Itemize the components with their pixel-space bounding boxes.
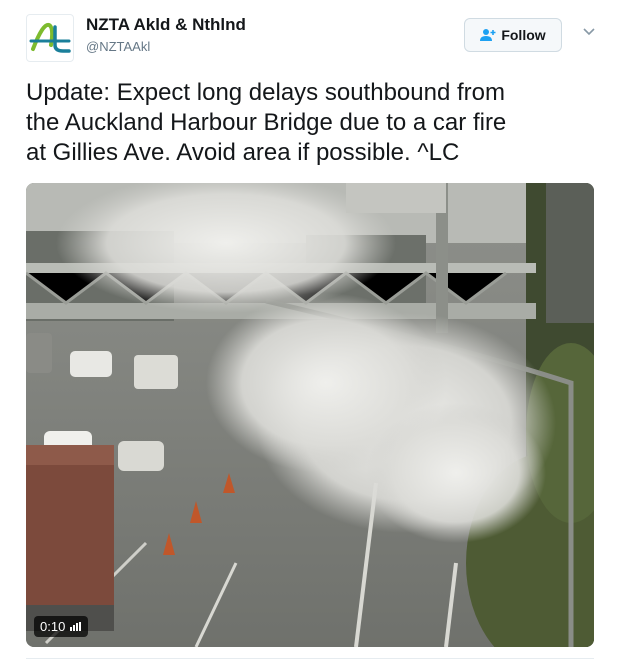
tweet-text: Update: Expect long delays southbound fr… (26, 78, 596, 168)
video-timestamp: 0:10 (34, 616, 89, 637)
volume-bars-icon (70, 622, 82, 631)
traffic-camera-video-frame (26, 183, 594, 647)
chevron-down-icon[interactable] (582, 27, 596, 37)
display-name[interactable]: NZTA Akld & Nthlnd (86, 15, 246, 35)
divider (26, 658, 594, 659)
tweet-text-line-1: Update: Expect long delays southbound fr… (26, 79, 505, 106)
video-timestamp-text: 0:10 (40, 619, 66, 634)
follow-button-label: Follow (501, 27, 546, 43)
tweet-header: NZTA Akld & Nthlnd @NZTAAkl Follow (26, 14, 600, 62)
account-handle[interactable]: @NZTAAkl (86, 38, 246, 56)
video-player[interactable]: 0:10 (26, 183, 594, 647)
nzta-logo (29, 22, 71, 53)
avatar[interactable] (26, 14, 74, 62)
follow-button[interactable]: Follow (464, 18, 562, 52)
tweet-text-line-3: at Gillies Ave. Avoid area if possible. … (26, 139, 460, 166)
account-names: NZTA Akld & Nthlnd @NZTAAkl (86, 15, 246, 56)
follow-person-plus-icon (480, 29, 496, 41)
tweet-text-line-2: the Auckland Harbour Bridge due to a car… (26, 109, 507, 136)
